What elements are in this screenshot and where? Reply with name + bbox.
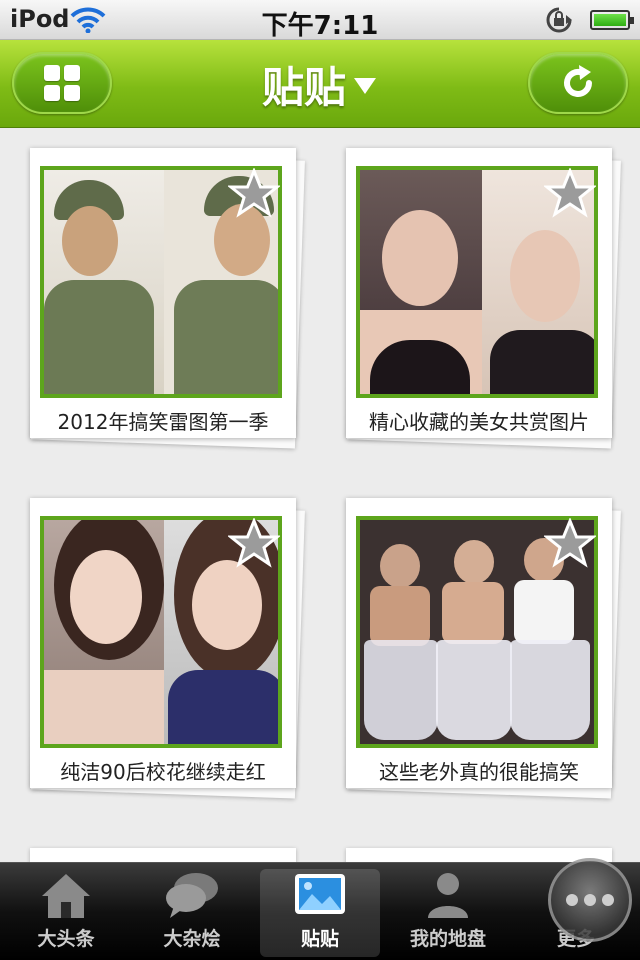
post-card[interactable]: 纯洁90后校花继续走红 [30,498,305,799]
post-card[interactable]: 精心收藏的美女共赏图片 [346,148,621,449]
tab-label: 大杂烩 [163,928,221,950]
star-icon[interactable] [544,168,596,220]
chat-bubbles-icon [166,873,218,918]
picture-icon [295,874,345,914]
post-card[interactable]: 这些老外真的很能搞笑 [346,498,621,799]
status-bar: iPod 下午7:11 [0,0,640,41]
tab-mix[interactable]: 大杂烩 [132,869,252,957]
post-caption: 纯洁90后校花继续走红 [60,760,266,784]
refresh-button[interactable] [528,52,628,114]
post-card-partial[interactable] [346,848,612,862]
tab-my-space[interactable]: 我的地盘 [388,869,508,957]
post-card-partial[interactable] [30,848,296,862]
nav-bar: 贴贴 [0,40,640,128]
person-icon [428,873,468,918]
refresh-icon [564,65,592,97]
rotation-lock-icon [546,7,572,33]
tab-posts[interactable]: 贴贴 [260,869,380,957]
tab-label: 大头条 [37,928,95,950]
tab-headlines[interactable]: 大头条 [6,869,126,957]
chevron-down-icon [354,77,376,94]
star-icon[interactable] [228,168,280,220]
post-card[interactable]: 2012年搞笑雷图第一季 [30,148,305,449]
page-title: 贴贴 [261,63,346,112]
post-caption: 精心收藏的美女共赏图片 [369,410,589,434]
tab-label: 贴贴 [300,928,339,950]
tab-bar: 大头条 大杂烩 贴贴 我的地盘 更多 [0,862,640,960]
post-grid: 2012年搞笑雷图第一季 精心收藏的美女共赏图片 纯洁90后校花继续走红 这些老… [0,128,640,862]
floating-more-button[interactable] [548,858,632,942]
post-caption: 2012年搞笑雷图第一季 [57,410,269,434]
star-icon[interactable] [228,518,280,570]
star-icon[interactable] [544,518,596,570]
home-icon [42,874,90,918]
battery-icon [590,10,634,30]
tab-label: 我的地盘 [409,928,486,950]
post-caption: 这些老外真的很能搞笑 [379,760,579,784]
